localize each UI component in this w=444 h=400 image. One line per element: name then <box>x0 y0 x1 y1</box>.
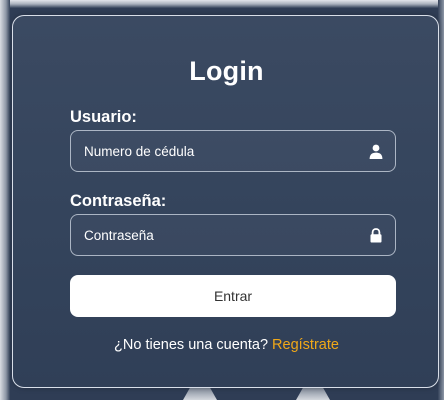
window-edge-top <box>0 0 444 8</box>
signup-prompt-text: ¿No tienes una cuenta? <box>114 337 269 353</box>
login-title: Login <box>189 56 264 86</box>
login-button[interactable]: Entrar <box>70 275 396 317</box>
window-edge-left <box>0 0 10 400</box>
username-label: Usuario: <box>70 108 137 126</box>
password-label: Contraseña: <box>70 192 167 210</box>
user-icon <box>369 144 383 159</box>
signup-prompt-line: ¿No tienes una cuenta? Regístrate <box>13 337 440 353</box>
username-input[interactable] <box>71 131 395 171</box>
password-input[interactable] <box>71 215 395 255</box>
login-card: Login Usuario: Contraseña: Entrar ¿No ti… <box>12 15 439 388</box>
lock-icon <box>370 228 382 243</box>
username-field-wrapper <box>70 130 396 172</box>
password-field-wrapper <box>70 214 396 256</box>
signup-link[interactable]: Regístrate <box>272 337 339 353</box>
login-page: Login Usuario: Contraseña: Entrar ¿No ti… <box>0 0 444 400</box>
